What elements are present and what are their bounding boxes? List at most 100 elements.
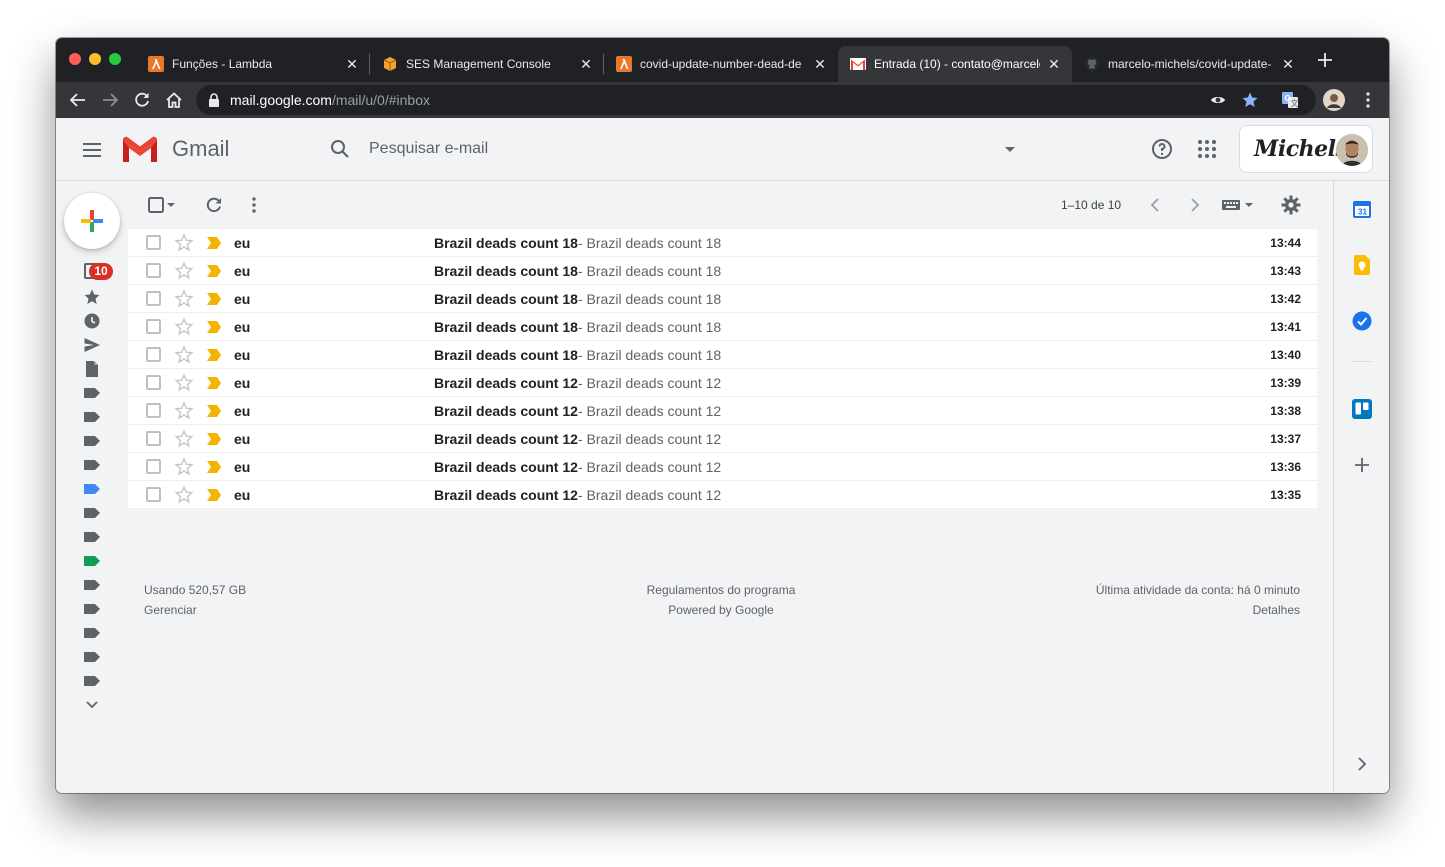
browser-menu-icon[interactable] (1356, 88, 1380, 112)
home-icon[interactable] (162, 88, 186, 112)
importance-marker-icon[interactable] (206, 376, 222, 390)
row-checkbox[interactable] (146, 235, 161, 250)
importance-marker-icon[interactable] (206, 404, 222, 418)
email-row[interactable]: eu Brazil deads count 12 13:39 - Brazil de… (128, 369, 1317, 397)
reload-icon[interactable] (130, 88, 154, 112)
label-icon[interactable] (82, 455, 102, 475)
account-switcher[interactable]: Michels (1239, 125, 1373, 173)
manage-storage-link[interactable]: Gerenciar (144, 603, 197, 617)
minimize-window-button[interactable] (89, 53, 101, 65)
row-checkbox[interactable] (146, 263, 161, 278)
search-icon[interactable] (328, 137, 352, 161)
compose-button[interactable] (64, 193, 120, 249)
row-checkbox[interactable] (146, 347, 161, 362)
browser-tab[interactable]: marcelo-michels/covid-update- ✕ (1072, 46, 1306, 82)
help-icon[interactable] (1150, 137, 1174, 161)
gmail-logo-icon[interactable] (120, 134, 160, 164)
drafts-icon[interactable] (82, 359, 102, 379)
email-row[interactable]: eu Brazil deads count 18 13:43 - Brazil de… (128, 257, 1317, 285)
star-icon[interactable] (174, 233, 194, 253)
close-window-button[interactable] (69, 53, 81, 65)
next-page-icon[interactable] (1183, 193, 1207, 217)
more-options-icon[interactable] (242, 193, 266, 217)
refresh-icon[interactable] (202, 193, 226, 217)
email-row[interactable]: eu Brazil deads count 12 13:37 - Brazil de… (128, 425, 1317, 453)
row-checkbox[interactable] (146, 459, 161, 474)
new-tab-icon[interactable] (1316, 51, 1334, 69)
close-tab-icon[interactable]: ✕ (1280, 56, 1296, 72)
search-bar[interactable] (314, 126, 1034, 172)
row-checkbox[interactable] (146, 291, 161, 306)
select-dropdown-chevron-icon[interactable] (164, 193, 178, 217)
row-checkbox[interactable] (146, 431, 161, 446)
importance-marker-icon[interactable] (206, 264, 222, 278)
translate-icon[interactable]: G文 (1278, 88, 1302, 112)
close-tab-icon[interactable]: ✕ (344, 56, 360, 72)
label-icon[interactable] (82, 503, 102, 523)
importance-marker-icon[interactable] (206, 488, 222, 502)
eye-extension-icon[interactable] (1206, 88, 1230, 112)
browser-tab[interactable]: covid-update-number-dead-de ✕ (604, 46, 838, 82)
forward-icon[interactable] (98, 88, 122, 112)
row-checkbox[interactable] (146, 375, 161, 390)
program-policies-link[interactable]: Regulamentos do programa (621, 583, 821, 597)
previous-page-icon[interactable] (1143, 193, 1167, 217)
profile-avatar-icon[interactable] (1322, 88, 1346, 112)
sent-icon[interactable] (82, 335, 102, 355)
input-tools-keyboard-icon[interactable] (1218, 193, 1258, 217)
add-addon-icon[interactable] (1350, 453, 1374, 477)
star-icon[interactable] (174, 457, 194, 477)
label-icon[interactable] (82, 527, 102, 547)
star-icon[interactable] (174, 373, 194, 393)
star-icon[interactable] (174, 429, 194, 449)
calendar-icon[interactable]: 31 (1350, 197, 1374, 221)
star-icon[interactable] (174, 345, 194, 365)
importance-marker-icon[interactable] (206, 236, 222, 250)
browser-tab[interactable]: Funções - Lambda ✕ (136, 46, 370, 82)
tasks-icon[interactable] (1350, 309, 1374, 333)
browser-tab[interactable]: SES Management Console ✕ (370, 46, 604, 82)
label-icon[interactable] (82, 671, 102, 691)
star-icon[interactable] (174, 317, 194, 337)
label-icon[interactable] (82, 647, 102, 667)
email-row[interactable]: eu Brazil deads count 18 13:40 - Brazil de… (128, 341, 1317, 369)
search-input[interactable] (369, 138, 969, 160)
email-row[interactable]: eu Brazil deads count 18 13:44 - Brazil de… (128, 229, 1317, 257)
email-row[interactable]: eu Brazil deads count 18 13:42 - Brazil de… (128, 285, 1317, 313)
close-tab-icon[interactable]: ✕ (578, 56, 594, 72)
importance-marker-icon[interactable] (206, 432, 222, 446)
trello-icon[interactable] (1350, 397, 1374, 421)
label-green-icon[interactable] (82, 551, 102, 571)
avatar[interactable] (1336, 134, 1368, 166)
bookmark-star-icon[interactable] (1238, 88, 1262, 112)
row-checkbox[interactable] (146, 319, 161, 334)
star-icon[interactable] (174, 261, 194, 281)
importance-marker-icon[interactable] (206, 292, 222, 306)
close-tab-icon[interactable]: ✕ (812, 56, 828, 72)
label-icon[interactable] (82, 407, 102, 427)
maximize-window-button[interactable] (109, 53, 121, 65)
label-icon[interactable] (82, 599, 102, 619)
star-icon[interactable] (174, 289, 194, 309)
email-row[interactable]: eu Brazil deads count 12 13:35 - Brazil de… (128, 481, 1317, 509)
back-icon[interactable] (66, 88, 90, 112)
row-checkbox[interactable] (146, 403, 161, 418)
row-checkbox[interactable] (146, 487, 161, 502)
close-tab-icon[interactable]: ✕ (1046, 56, 1062, 72)
label-blue-icon[interactable] (82, 479, 102, 499)
star-icon[interactable] (174, 485, 194, 505)
google-apps-icon[interactable] (1195, 137, 1219, 161)
main-menu-icon[interactable] (80, 138, 104, 162)
starred-icon[interactable] (82, 287, 102, 307)
importance-marker-icon[interactable] (206, 460, 222, 474)
snoozed-clock-icon[interactable] (82, 311, 102, 331)
email-row[interactable]: eu Brazil deads count 18 13:41 - Brazil de… (128, 313, 1317, 341)
importance-marker-icon[interactable] (206, 348, 222, 362)
browser-tab-active[interactable]: Entrada (10) - contato@marcelo ✕ (838, 46, 1072, 82)
star-icon[interactable] (174, 401, 194, 421)
settings-gear-icon[interactable] (1279, 193, 1303, 217)
label-icon[interactable] (82, 383, 102, 403)
search-options-chevron-icon[interactable] (998, 137, 1022, 161)
label-icon[interactable] (82, 575, 102, 595)
label-icon[interactable] (82, 623, 102, 643)
